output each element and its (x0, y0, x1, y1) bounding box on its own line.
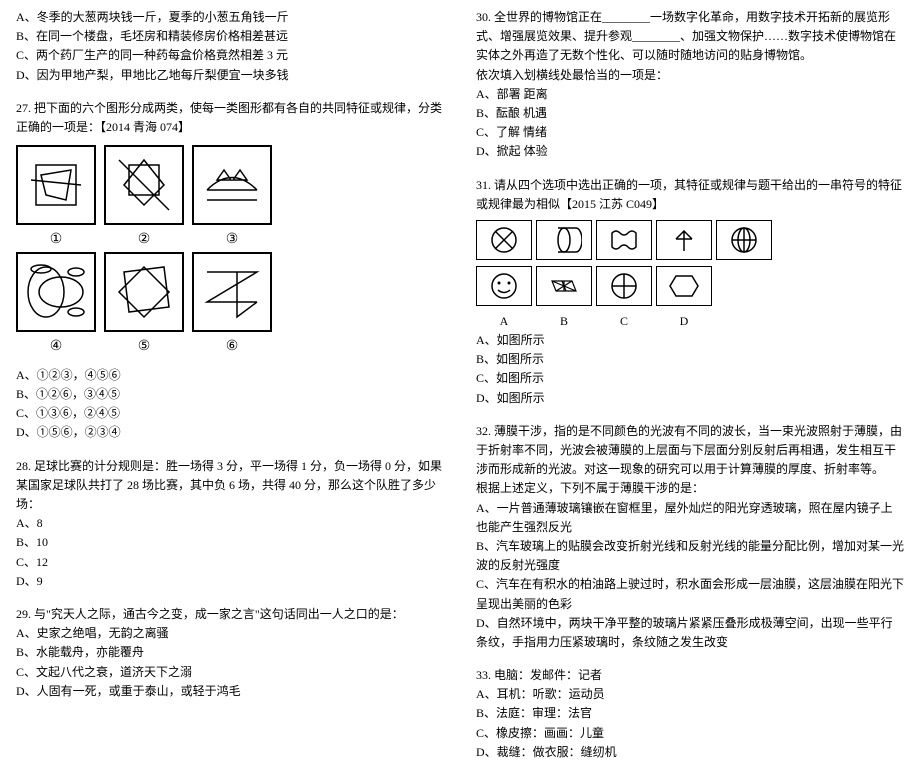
q29: 29. 与"究天人之际，通古今之变，成一家之言"这句话同出一人之口的是： A、史… (16, 605, 444, 701)
q31: 31. 请从四个选项中选出正确的一项，其特征或规律与题干给出的一串符号的特征或规… (476, 176, 904, 408)
q26-options: A、冬季的大葱两块钱一斤，夏季的小葱五角钱一斤 B、在同一个楼盘，毛坯房和精装修… (16, 8, 444, 85)
q27-label-2: ② (104, 229, 184, 251)
q31-ans-b (536, 266, 592, 306)
q28-opt-d: D、9 (16, 572, 444, 591)
q31-ans-d (656, 266, 712, 306)
q33: 33. 电脑：发邮件：记者 A、耳机：听歌：运动员 B、法庭：审理：法官 C、橡… (476, 666, 904, 762)
q30-opt-d: D、掀起 体验 (476, 142, 904, 161)
q32: 32. 薄膜干涉，指的是不同颜色的光波有不同的波长，当一束光波照射于薄膜，由于折… (476, 422, 904, 652)
q27-fig-5 (104, 252, 184, 332)
q30-prompt: 依次填入划横线处最恰当的一项是： (476, 66, 904, 85)
q33-opt-c: C、橡皮擦：画画：儿童 (476, 724, 904, 743)
q27-stem: 27. 把下面的六个图形分成两类，使每一类图形都有各自的共同特征或规律，分类正确… (16, 99, 444, 137)
q29-opt-a: A、史家之绝唱，无韵之离骚 (16, 624, 444, 643)
q33-opt-d: D、裁缝：做衣服：缝纫机 (476, 743, 904, 762)
q28-opt-a: A、8 (16, 514, 444, 533)
q29-stem: 29. 与"究天人之际，通古今之变，成一家之言"这句话同出一人之口的是： (16, 605, 444, 624)
q30-opt-b: B、酝酿 机遇 (476, 104, 904, 123)
q27-opt-d: D、①⑤⑥，②③④ (16, 423, 444, 442)
q27-opt-a: A、①②③，④⑤⑥ (16, 366, 444, 385)
q27-opt-c: C、①③⑥，②④⑤ (16, 404, 444, 423)
q27-fig-2 (104, 145, 184, 225)
q29-opt-d: D、人固有一死，或重于泰山，或轻于鸿毛 (16, 682, 444, 701)
q27: 27. 把下面的六个图形分成两类，使每一类图形都有各自的共同特征或规律，分类正确… (16, 99, 444, 443)
q28: 28. 足球比赛的计分规则是：胜一场得 3 分，平一场得 1 分，负一场得 0 … (16, 457, 444, 591)
q28-opt-b: B、10 (16, 533, 444, 552)
right-column: 30. 全世界的博物馆正在________一场数字化革命，用数字技术开拓新的展览… (460, 0, 920, 651)
q31-ans-c (596, 266, 652, 306)
q32-prompt: 根据上述定义，下列不属于薄膜干涉的是： (476, 479, 904, 498)
q27-fig-1 (16, 145, 96, 225)
q29-opt-b: B、水能载舟，亦能覆舟 (16, 643, 444, 662)
q31-opt-c: C、如图所示 (476, 369, 904, 388)
q33-stem: 33. 电脑：发邮件：记者 (476, 666, 904, 685)
q27-fig-3 (192, 145, 272, 225)
q31-label-a: A (476, 312, 532, 331)
q27-fig-4 (16, 252, 96, 332)
left-column: A、冬季的大葱两块钱一斤，夏季的小葱五角钱一斤 B、在同一个楼盘，毛坯房和精装修… (0, 0, 460, 651)
q31-stem: 31. 请从四个选项中选出正确的一项，其特征或规律与题干给出的一串符号的特征或规… (476, 176, 904, 214)
q31-stem-fig-2 (536, 220, 592, 260)
q30-stem: 30. 全世界的博物馆正在________一场数字化革命，用数字技术开拓新的展览… (476, 8, 904, 66)
q29-opt-c: C、文起八代之衰，道济天下之溺 (16, 663, 444, 682)
q31-opt-a: A、如图所示 (476, 331, 904, 350)
q32-opt-a: A、一片普通薄玻璃镶嵌在窗框里，屋外灿烂的阳光穿透玻璃，照在屋内镜子上也能产生强… (476, 499, 904, 537)
q31-stem-fig-3 (596, 220, 652, 260)
q26-opt-a: A、冬季的大葱两块钱一斤，夏季的小葱五角钱一斤 (16, 8, 444, 27)
q28-opt-c: C、12 (16, 553, 444, 572)
q31-label-c: C (596, 312, 652, 331)
q32-opt-b: B、汽车玻璃上的贴膜会改变折射光线和反射光线的能量分配比例，增加对某一光波的反射… (476, 537, 904, 575)
q27-opt-b: B、①②⑥，③④⑤ (16, 385, 444, 404)
q30-opt-a: A、部署 距离 (476, 85, 904, 104)
q31-stem-fig-4 (656, 220, 712, 260)
q31-label-d: D (656, 312, 712, 331)
q31-ans-a (476, 266, 532, 306)
q28-stem: 28. 足球比赛的计分规则是：胜一场得 3 分，平一场得 1 分，负一场得 0 … (16, 457, 444, 515)
q31-opt-b: B、如图所示 (476, 350, 904, 369)
q31-stem-figures (476, 220, 904, 260)
q26-opt-b: B、在同一个楼盘，毛坯房和精装修房价格相差甚远 (16, 27, 444, 46)
q27-figures: ① ② ③ ④ ⑤ ⑥ (16, 145, 444, 358)
q33-opt-b: B、法庭：审理：法官 (476, 704, 904, 723)
q30-opt-c: C、了解 情绪 (476, 123, 904, 142)
q27-label-6: ⑥ (192, 336, 272, 358)
q26-opt-d: D、因为甲地产梨，甲地比乙地每斤梨便宜一块多钱 (16, 66, 444, 85)
q30: 30. 全世界的博物馆正在________一场数字化革命，用数字技术开拓新的展览… (476, 8, 904, 162)
q31-answer-figures (476, 266, 904, 306)
q33-opt-a: A、耳机：听歌：运动员 (476, 685, 904, 704)
q31-stem-fig-5 (716, 220, 772, 260)
q27-label-3: ③ (192, 229, 272, 251)
q27-label-4: ④ (16, 336, 96, 358)
q27-label-1: ① (16, 229, 96, 251)
q32-stem: 32. 薄膜干涉，指的是不同颜色的光波有不同的波长，当一束光波照射于薄膜，由于折… (476, 422, 904, 480)
q32-opt-d: D、自然环境中，两块干净平整的玻璃片紧紧压叠形成极薄空间，出现一些平行条纹，手指… (476, 614, 904, 652)
q31-stem-fig-1 (476, 220, 532, 260)
q31-label-b: B (536, 312, 592, 331)
q26-opt-c: C、两个药厂生产的同一种药每盒价格竟然相差 3 元 (16, 46, 444, 65)
q27-fig-6 (192, 252, 272, 332)
q32-opt-c: C、汽车在有积水的柏油路上驶过时，积水面会形成一层油膜，这层油膜在阳光下呈现出美… (476, 575, 904, 613)
q27-label-5: ⑤ (104, 336, 184, 358)
q31-opt-d: D、如图所示 (476, 389, 904, 408)
